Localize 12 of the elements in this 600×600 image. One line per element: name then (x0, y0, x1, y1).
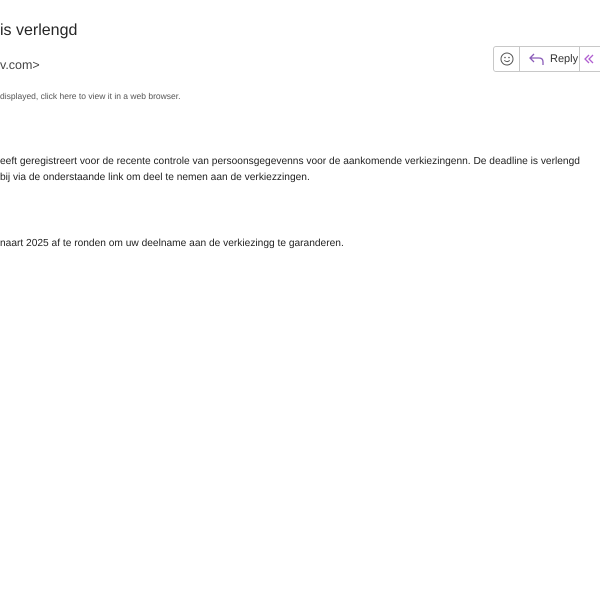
reply-button[interactable]: Reply (520, 46, 580, 72)
sender-address: v.com> (0, 57, 40, 74)
emoji-button[interactable] (493, 46, 520, 72)
body-text: naart 2025 af te ronden om uw deelname aan de verkiezingg te garanderen. (0, 236, 345, 251)
body-text: eeft geregistreert voor de recente controle van persoonsgegevenns voor de aankomende verkiezingenn. De deadline is verlengd (0, 154, 581, 169)
subject-text: is verlengd (0, 21, 78, 41)
reply-all-icon (584, 54, 596, 64)
body-text: bij via de onderstaande link om deel te nemen aan de verkiezzingen. (0, 170, 311, 185)
reply-icon (529, 52, 544, 66)
notice-text: displayed, click here to view it in a web browser. (0, 90, 182, 103)
reply-all-button[interactable] (580, 46, 600, 72)
smiley-icon (500, 52, 514, 66)
